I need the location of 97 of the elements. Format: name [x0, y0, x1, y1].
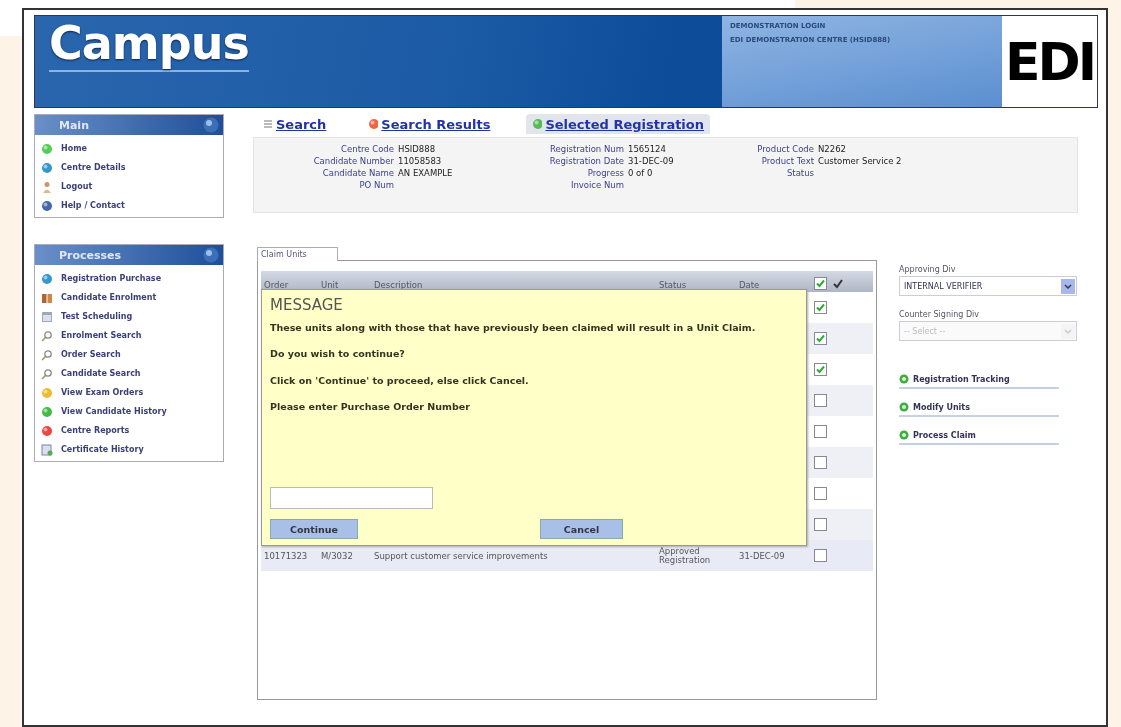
field-label: Product Text: [760, 156, 814, 166]
tab[interactable]: Search: [257, 114, 333, 134]
sidebar-link[interactable]: Help / Contact: [61, 201, 125, 210]
field-label: Registration Date: [548, 156, 624, 166]
dot-icon: [899, 402, 909, 412]
sidebar-link[interactable]: Candidate Enrolment: [61, 293, 157, 302]
field-value: 31-DEC-09: [628, 156, 675, 166]
field-label: Approving Div: [899, 265, 957, 274]
checkbox[interactable]: [814, 549, 827, 562]
tick-icon: [833, 278, 843, 289]
checkbox[interactable]: [814, 456, 827, 469]
checkbox[interactable]: [814, 277, 827, 290]
checkbox[interactable]: [814, 394, 827, 407]
field-label: Product Code: [756, 144, 814, 154]
select-field[interactable]: INTERNAL VERIFIER: [899, 276, 1077, 296]
dialog-text: Please enter Purchase Order Number: [270, 401, 471, 413]
panel-title: Main: [59, 118, 89, 132]
input-field[interactable]: [270, 487, 433, 509]
tab[interactable]: Selected Registration: [526, 114, 710, 134]
column-header: Date: [738, 280, 761, 290]
globe-icon: [41, 199, 53, 212]
campus-logo: Campus: [49, 20, 249, 72]
column-header: Order: [263, 280, 290, 290]
sidebar-link[interactable]: Certificate History: [61, 445, 144, 454]
action-link[interactable]: Process Claim: [913, 430, 976, 440]
field-label: Status: [785, 168, 814, 178]
globe-icon: [203, 117, 219, 133]
panel-title: Processes: [59, 248, 122, 262]
field-label: Candidate Number: [312, 156, 394, 166]
dialog-text: These units along with those that have previously been claimed will result in a Unit Claim.: [270, 322, 757, 334]
action-link[interactable]: Registration Tracking: [913, 374, 1010, 384]
dot-icon: [41, 424, 53, 437]
field-value: N2262: [818, 144, 847, 154]
magnifier-icon: [41, 329, 53, 342]
dot-icon: [899, 430, 909, 440]
search-icon: [263, 118, 273, 130]
sidebar-link[interactable]: Registration Purchase: [61, 274, 162, 283]
dot-icon: [899, 374, 909, 384]
checkbox[interactable]: [814, 487, 827, 500]
field-value: Customer Service 2: [818, 156, 903, 166]
field-label: PO Num: [358, 180, 394, 190]
field-label: Centre Code: [340, 144, 394, 154]
checkbox[interactable]: [814, 518, 827, 531]
table-cell-text: Support customer service improvements: [373, 550, 549, 561]
dot-icon: [41, 405, 53, 418]
select-field: -- Select --: [899, 321, 1077, 341]
field-label: Counter Signing Div: [899, 310, 980, 319]
globe-icon: [203, 247, 219, 263]
dialog-title: MESSAGE: [270, 296, 344, 314]
dialog-text: Click on 'Continue' to proceed, else click Cancel.: [270, 374, 530, 387]
sidebar-link[interactable]: Logout: [61, 182, 93, 191]
certificate-icon: [41, 443, 53, 456]
field-value: 11058583: [398, 156, 443, 166]
checkbox[interactable]: [814, 425, 827, 438]
action-link[interactable]: Modify Units: [913, 402, 970, 412]
book-icon: [41, 291, 53, 304]
sidebar-link[interactable]: View Exam Orders: [61, 388, 144, 397]
sidebar-link[interactable]: Centre Reports: [61, 426, 130, 435]
column-header: Status: [658, 280, 688, 290]
sidebar-link[interactable]: Home: [61, 144, 87, 153]
field-value: AN EXAMPLE: [398, 168, 454, 178]
field-label: Progress: [586, 168, 624, 178]
column-header: Description: [373, 280, 424, 290]
calendar-icon: [41, 310, 53, 323]
magnifier-icon: [41, 348, 53, 361]
table-cell-text: Approved Registration: [658, 546, 712, 565]
sidebar-link[interactable]: Candidate Search: [61, 369, 141, 378]
checkbox[interactable]: [814, 332, 827, 345]
table-cell-text: 31-DEC-09: [738, 550, 786, 561]
field-value: HSID888: [398, 144, 437, 154]
dialog-text: Do you wish to continue?: [270, 348, 406, 360]
dot-icon: [41, 142, 53, 155]
sidebar-link[interactable]: Test Scheduling: [61, 312, 133, 321]
field-label: Invoice Num: [569, 180, 624, 190]
sidebar-link[interactable]: Order Search: [61, 350, 121, 359]
dialog-button[interactable]: Continue: [270, 519, 358, 539]
sidebar-link[interactable]: Enrolment Search: [61, 331, 142, 340]
dialog-button[interactable]: Cancel: [540, 519, 623, 539]
sidebar-link[interactable]: Centre Details: [61, 163, 126, 172]
field-value: 1565124: [628, 144, 667, 154]
brand-logo: EDI: [1004, 31, 1094, 92]
dot-icon: [41, 386, 53, 399]
table-cell-text: 10171323: [263, 550, 309, 561]
person-icon: [41, 180, 53, 193]
checkbox[interactable]: [814, 301, 827, 314]
field-label: Candidate Name: [321, 168, 394, 178]
field-label: Registration Num: [549, 144, 624, 154]
field-value: 0 of 0: [628, 168, 654, 178]
magnifier-icon: [41, 367, 53, 380]
dot-icon: [41, 272, 53, 285]
panel-tab[interactable]: Claim Units: [257, 247, 338, 261]
column-header: Unit: [320, 280, 340, 290]
tab[interactable]: Search Results: [362, 114, 497, 134]
sidebar-link[interactable]: View Candidate History: [61, 407, 167, 416]
dot-icon: [41, 161, 53, 174]
checkbox[interactable]: [814, 363, 827, 376]
table-cell-text: M/3032: [320, 550, 354, 561]
